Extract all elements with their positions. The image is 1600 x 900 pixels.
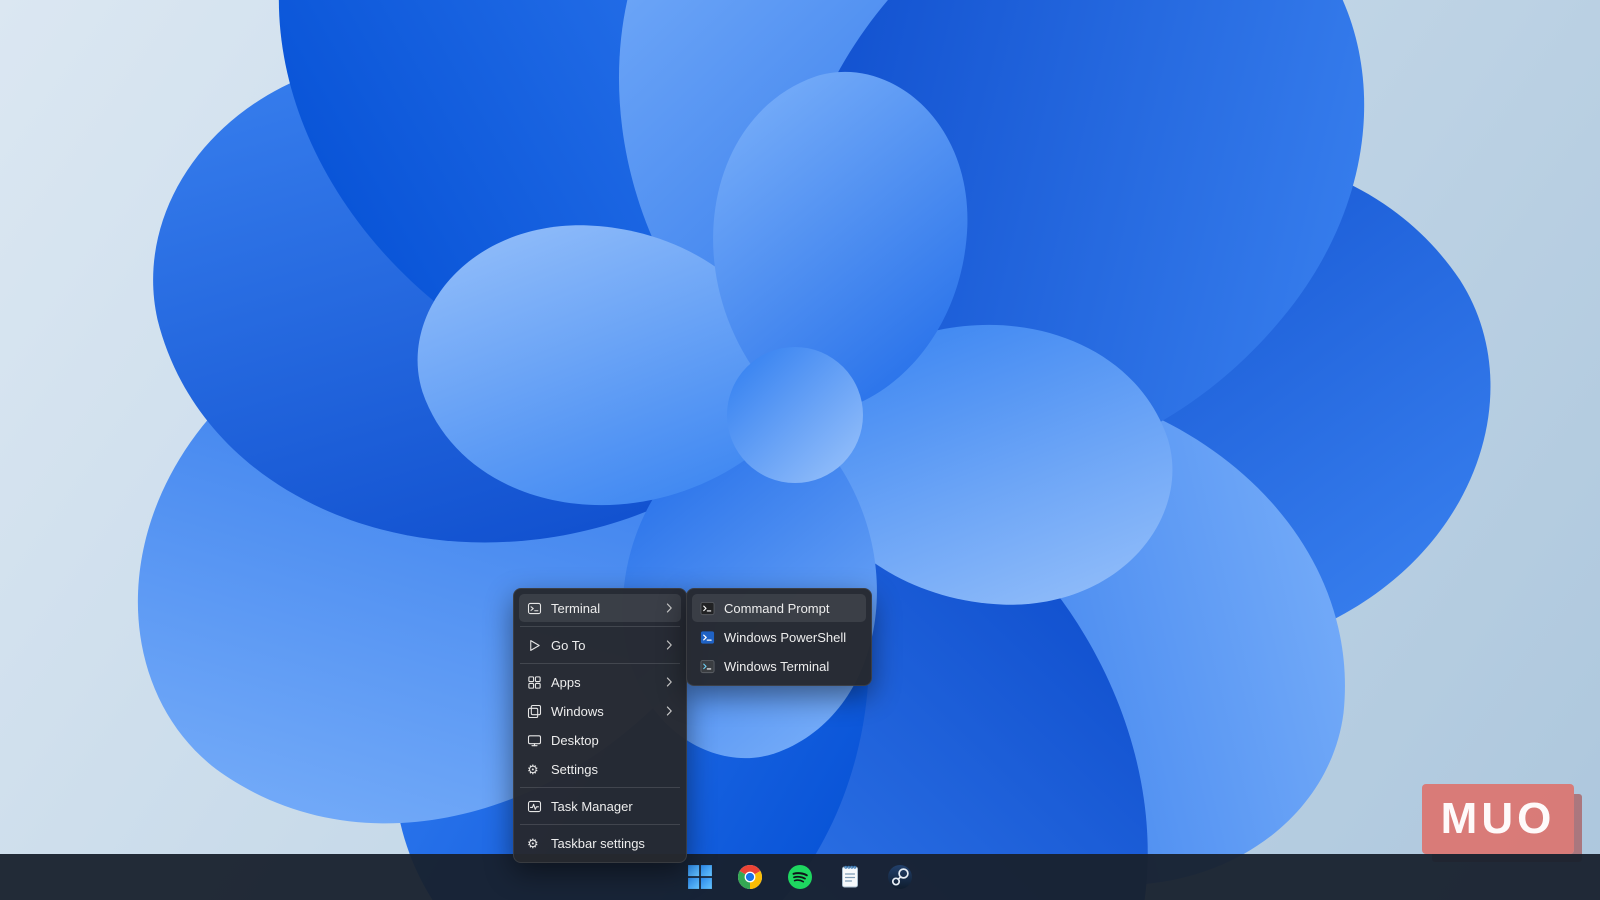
- windows-icon: [527, 704, 551, 719]
- menu-item-apps[interactable]: Apps: [519, 668, 681, 696]
- windows-terminal-icon: [700, 659, 724, 674]
- muo-watermark: MUO: [1422, 784, 1574, 854]
- submenu-item-label: Windows Terminal: [724, 659, 858, 674]
- menu-item-label: Settings: [551, 762, 663, 777]
- menu-separator: [520, 787, 680, 788]
- menu-item-label: Desktop: [551, 733, 663, 748]
- steam-icon: [887, 864, 913, 890]
- desktop: Terminal Go To Apps: [0, 0, 1600, 900]
- terminal-icon: [527, 601, 551, 616]
- spotify-taskbar-button[interactable]: [780, 857, 820, 897]
- chrome-icon: [737, 864, 763, 890]
- menu-item-windows[interactable]: Windows: [519, 697, 681, 725]
- notepad-icon: [837, 864, 863, 890]
- chevron-right-icon: [663, 639, 673, 651]
- taskbar: [0, 854, 1600, 900]
- start-button[interactable]: [680, 857, 720, 897]
- menu-item-taskbar-settings[interactable]: ⚙ Taskbar settings: [519, 829, 681, 857]
- menu-item-label: Taskbar settings: [551, 836, 663, 851]
- apps-icon: [527, 675, 551, 690]
- taskbar-settings-gear-icon: ⚙: [527, 837, 551, 850]
- task-manager-icon: [527, 799, 551, 814]
- menu-item-settings[interactable]: ⚙ Settings: [519, 755, 681, 783]
- menu-item-label: Apps: [551, 675, 663, 690]
- muo-watermark-text: MUO: [1441, 794, 1556, 844]
- submenu-item-label: Windows PowerShell: [724, 630, 858, 645]
- menu-item-label: Task Manager: [551, 799, 663, 814]
- menu-item-task-manager[interactable]: Task Manager: [519, 792, 681, 820]
- menu-separator: [520, 824, 680, 825]
- chrome-taskbar-button[interactable]: [730, 857, 770, 897]
- submenu-item-command-prompt[interactable]: Command Prompt: [692, 594, 866, 622]
- taskbar-context-menu: Terminal Go To Apps: [513, 588, 687, 863]
- menu-item-label: Terminal: [551, 601, 663, 616]
- chevron-right-icon: [663, 705, 673, 717]
- notepad-taskbar-button[interactable]: [830, 857, 870, 897]
- menu-separator: [520, 626, 680, 627]
- submenu-item-label: Command Prompt: [724, 601, 858, 616]
- start-icon: [687, 864, 713, 890]
- menu-item-go-to[interactable]: Go To: [519, 631, 681, 659]
- steam-taskbar-button[interactable]: [880, 857, 920, 897]
- submenu-item-windows-terminal[interactable]: Windows Terminal: [692, 652, 866, 680]
- chevron-right-icon: [663, 676, 673, 688]
- settings-gear-icon: ⚙: [527, 763, 551, 776]
- terminal-submenu: Command Prompt Windows PowerShell Window…: [686, 588, 872, 686]
- submenu-item-windows-powershell[interactable]: Windows PowerShell: [692, 623, 866, 651]
- spotify-icon: [787, 864, 813, 890]
- wallpaper-bloom: [0, 0, 1600, 900]
- menu-item-terminal[interactable]: Terminal: [519, 594, 681, 622]
- menu-item-desktop[interactable]: Desktop: [519, 726, 681, 754]
- go-to-icon: [527, 638, 551, 653]
- command-prompt-icon: [700, 601, 724, 616]
- chevron-right-icon: [663, 602, 673, 614]
- menu-item-label: Windows: [551, 704, 663, 719]
- menu-separator: [520, 663, 680, 664]
- menu-item-label: Go To: [551, 638, 663, 653]
- powershell-icon: [700, 630, 724, 645]
- desktop-icon: [527, 733, 551, 748]
